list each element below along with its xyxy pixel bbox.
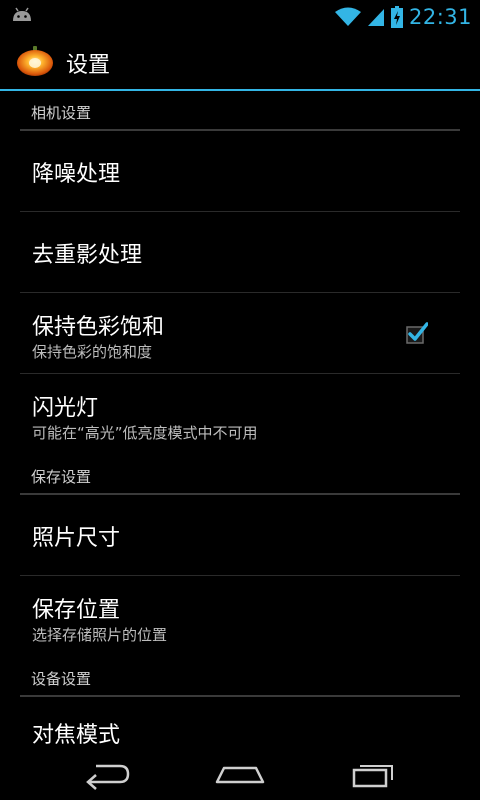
setting-noise-reduction[interactable]: 降噪处理 [20, 131, 460, 212]
setting-keep-saturation[interactable]: 保持色彩饱和 保持色彩的饱和度 [20, 293, 460, 374]
setting-title: 照片尺寸 [32, 526, 121, 551]
page-title: 设置 [66, 53, 111, 78]
category-header-device: 设备设置 [0, 657, 480, 697]
home-icon[interactable] [214, 758, 266, 790]
navigation-bar [0, 748, 480, 800]
setting-save-location[interactable]: 保存位置 选择存储照片的位置 [20, 576, 460, 657]
category-label: 设备设置 [31, 670, 92, 688]
category-label: 保存设置 [31, 468, 92, 486]
signal-icon [367, 9, 384, 26]
status-bar: 22:31 [0, 0, 480, 33]
category-header-save: 保存设置 [0, 455, 480, 495]
category-label: 相机设置 [31, 104, 92, 122]
recent-apps-icon[interactable] [350, 758, 398, 790]
setting-summary: 保持色彩的饱和度 [32, 343, 153, 361]
android-notification-icon [13, 7, 31, 21]
setting-deghosting[interactable]: 去重影处理 [20, 212, 460, 293]
wifi-icon [334, 7, 361, 26]
status-time: 22:31 [408, 5, 472, 29]
setting-focus-mode[interactable]: 对焦模式 [20, 697, 460, 748]
setting-title: 保存位置 [32, 598, 121, 623]
setting-title: 降噪处理 [32, 162, 121, 187]
back-icon[interactable] [82, 758, 132, 790]
keep-saturation-checkbox[interactable] [406, 322, 428, 344]
setting-summary: 可能在“高光”低亮度模式中不可用 [32, 424, 258, 442]
setting-title: 保持色彩饱和 [32, 315, 165, 340]
pumpkin-camera-icon[interactable] [16, 45, 54, 77]
action-bar: 设置 [0, 33, 480, 89]
setting-title: 对焦模式 [32, 723, 121, 748]
setting-title: 闪光灯 [32, 396, 99, 421]
setting-photo-size[interactable]: 照片尺寸 [20, 495, 460, 576]
setting-summary: 选择存储照片的位置 [32, 626, 168, 644]
setting-title: 去重影处理 [32, 243, 143, 268]
battery-charging-icon [390, 6, 403, 28]
category-header-camera: 相机设置 [0, 91, 480, 131]
setting-flash[interactable]: 闪光灯 可能在“高光”低亮度模式中不可用 [20, 374, 460, 455]
settings-list[interactable]: 相机设置 降噪处理 去重影处理 保持色彩饱和 保持色彩的饱和度 闪光灯 可能在“… [0, 91, 480, 748]
